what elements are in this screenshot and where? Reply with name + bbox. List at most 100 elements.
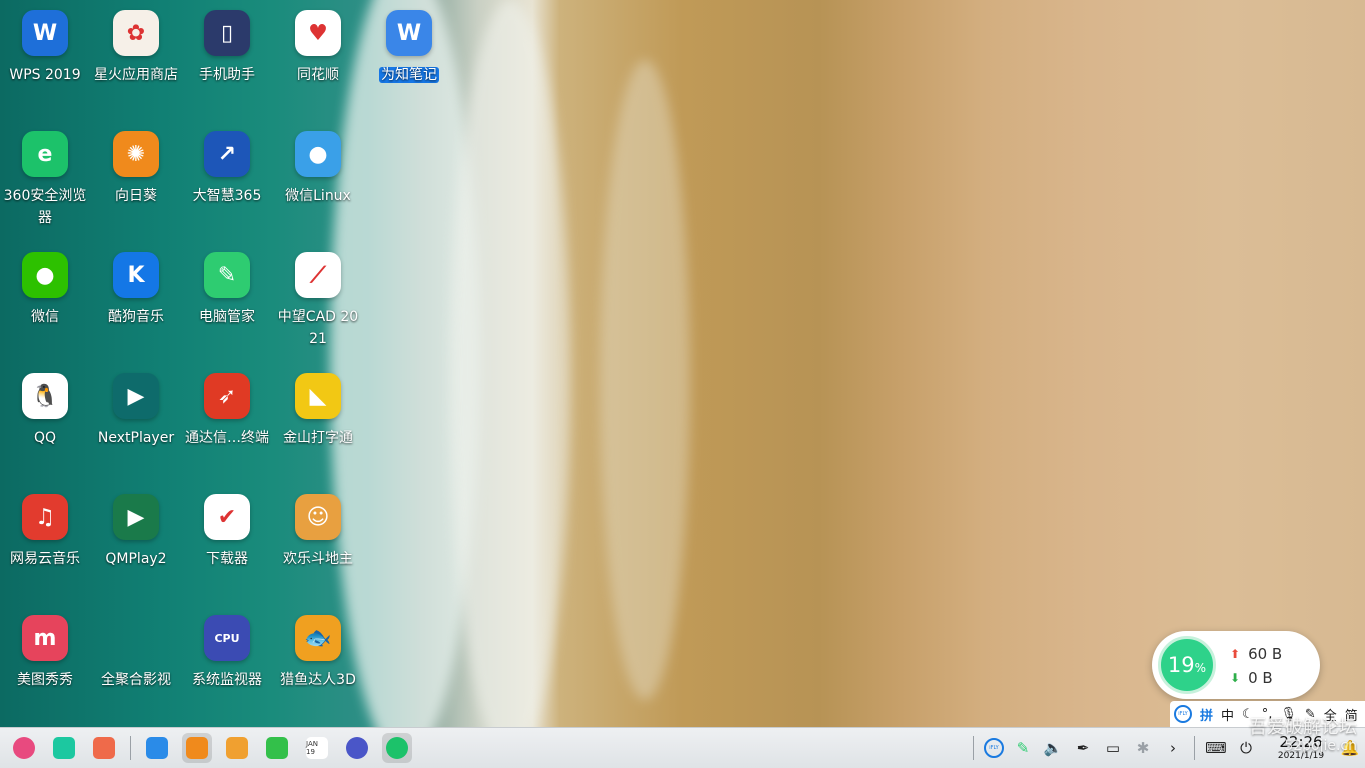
desktop-icon-label-text: 酷狗音乐 [108, 309, 164, 325]
ime-logo-icon[interactable]: iFLY [1174, 705, 1192, 723]
desktop-icon-fishing3d[interactable]: 🐟 猎鱼达人3D [273, 615, 363, 731]
desktop-icon-quanjuhe[interactable]: 全聚合影视 [91, 615, 181, 731]
cpu-usage-value: 19 [1167, 653, 1195, 677]
phone-assistant-icon: ▯ [204, 10, 250, 56]
taskbar-file-manager-button[interactable] [142, 733, 172, 763]
desktop-icon-spark-store[interactable]: ✿ 星火应用商店 [91, 10, 181, 126]
ime-chinese-toggle[interactable]: 中 [1221, 705, 1234, 724]
qq-icon: 🐧 [22, 373, 68, 419]
taskbar-show-desktop-button[interactable] [89, 733, 119, 763]
desktop-icon-netease-music[interactable]: ♫ 网易云音乐 [0, 494, 90, 610]
ime-pinyin-toggle[interactable]: 拼 [1200, 705, 1213, 724]
show-desktop-icon [93, 737, 115, 759]
spark-store-icon: ✿ [113, 10, 159, 56]
taskbar-multitask-button[interactable] [49, 733, 79, 763]
desktop-icon-nextplayer[interactable]: ▶ NextPlayer [91, 373, 181, 489]
tray-expand-chevron-icon[interactable]: › [1162, 737, 1184, 759]
desktop-icon-label-text: 系统监视器 [192, 672, 262, 688]
desktop-icon-happy-landlord[interactable]: ☺ 欢乐斗地主 [273, 494, 363, 610]
desktop-icon-wechat-linux[interactable]: ● 微信Linux [273, 131, 363, 247]
keyboard-icon[interactable]: ⌨ [1205, 737, 1227, 759]
taskbar-image-viewer-button[interactable] [222, 733, 252, 763]
clock[interactable]: 22:26 2021/1/19 [1271, 734, 1331, 762]
notification-icon[interactable]: 🔔 [1339, 737, 1361, 759]
music-icon [266, 737, 288, 759]
wechat-icon: ● [22, 252, 68, 298]
bluetooth-icon[interactable]: ✱ [1132, 737, 1154, 759]
desktop-icon-label-text: 星火应用商店 [94, 67, 178, 83]
desktop-icon-phone-assistant[interactable]: ▯ 手机助手 [182, 10, 272, 126]
pen-tray-icon[interactable]: ✒ [1072, 737, 1094, 759]
ime-fullwidth-toggle[interactable]: 全 [1324, 705, 1337, 724]
wechat-linux-icon: ● [295, 131, 341, 177]
taskbar-app-store-button[interactable] [182, 733, 212, 763]
taskbar-music-button[interactable] [262, 733, 292, 763]
desktop-icon-qq[interactable]: 🐧 QQ [0, 373, 90, 489]
kingsoft-typing-icon: ◣ [295, 373, 341, 419]
taskbar-launcher-button[interactable] [9, 733, 39, 763]
desktop-icon-wps[interactable]: W WPS 2019 [0, 10, 90, 126]
input-method-tray-icon[interactable]: iFLY [984, 738, 1004, 758]
desktop-icon-label-text: QMPlay2 [105, 551, 167, 567]
desktop-icon-kugou[interactable]: K 酷狗音乐 [91, 252, 181, 368]
ime-moon-icon[interactable]: ☾ [1242, 707, 1254, 722]
desktop-icon-label-text: 中望CAD 2021 [277, 309, 359, 347]
desktop-icon-label-text: 通达信…终端 [185, 430, 269, 446]
desktop-icon-label: NextPlayer [94, 427, 178, 449]
desktop-icon-kingsoft-typing[interactable]: ◣ 金山打字通 [273, 373, 363, 489]
desktop-icon-meitu[interactable]: m 美图秀秀 [0, 615, 90, 731]
pc-manager-tray-icon[interactable]: ✎ [1012, 737, 1034, 759]
tray-separator [973, 736, 974, 760]
kugou-icon: K [113, 252, 159, 298]
desktop-icon-downloader[interactable]: ✔ 下载器 [182, 494, 272, 610]
desktop-icon-label: 通达信…终端 [185, 427, 269, 449]
desktop-icon-tdx[interactable]: ➶ 通达信…终端 [182, 373, 272, 489]
taskbar-360-browser-button[interactable] [382, 733, 412, 763]
desktop-icon-label: 猎鱼达人3D [276, 669, 360, 691]
desktop-icon-label: 微信 [3, 306, 87, 328]
battery-icon[interactable]: ▭ [1102, 737, 1124, 759]
volume-icon[interactable]: 🔈 [1042, 737, 1064, 759]
ime-simplified-toggle[interactable]: 简 [1345, 705, 1358, 724]
desktop-icon-system-monitor[interactable]: CPU 系统监视器 [182, 615, 272, 731]
ime-punctuation-icon[interactable]: °, [1262, 707, 1273, 722]
image-viewer-icon [226, 737, 248, 759]
taskbar-calendar-button[interactable]: JAN 19 [302, 733, 332, 763]
desktop-icon-sunflower[interactable]: ✺ 向日葵 [91, 131, 181, 247]
zwcad-icon: ⟋ [295, 252, 341, 298]
desktop-icon-tonghuashun[interactable]: ♥ 同花顺 [273, 10, 363, 126]
input-method-toolbar: iFLY 拼 中 ☾ °, 🎙 ✎ 全 简 [1170, 701, 1365, 727]
desktop-icon-label-text: 欢乐斗地主 [283, 551, 353, 567]
desktop-icon-label-text: 下载器 [206, 551, 248, 567]
desktop-icon-label-text: 360安全浏览器 [3, 188, 87, 226]
taskbar-app-list: JAN 19 [4, 733, 417, 763]
happy-landlord-icon: ☺ [295, 494, 341, 540]
wave-foam [450, 0, 570, 727]
desktop-icon-qmplay2[interactable]: ▶ QMPlay2 [91, 494, 181, 610]
desktop-icon-360-browser[interactable]: e 360安全浏览器 [0, 131, 90, 247]
network-speed-widget[interactable]: 19% ⬆ 60 B ⬇ 0 B [1152, 631, 1320, 699]
desktop-icon-zwcad[interactable]: ⟋ 中望CAD 2021 [273, 252, 363, 368]
ime-microphone-icon[interactable]: 🎙 [1280, 707, 1297, 722]
power-icon[interactable]: ⏻ [1235, 737, 1257, 759]
tray-separator [1194, 736, 1195, 760]
app-store-icon [186, 737, 208, 759]
desktop-icon-label-text: 微信Linux [285, 188, 351, 204]
nextplayer-icon: ▶ [113, 373, 159, 419]
ime-pen-icon[interactable]: ✎ [1305, 707, 1316, 722]
desktop-icon-dzh365[interactable]: ↗ 大智慧365 [182, 131, 272, 247]
fishing3d-icon: 🐟 [295, 615, 341, 661]
desktop-icon-label: 金山打字通 [276, 427, 360, 449]
netease-music-icon: ♫ [22, 494, 68, 540]
taskbar-settings-button[interactable] [342, 733, 372, 763]
tonghuashun-icon: ♥ [295, 10, 341, 56]
desktop-icon-wiz-note[interactable]: W 为知笔记 [364, 10, 454, 126]
multitask-view-icon [53, 737, 75, 759]
desktop-icon-label-text: 美图秀秀 [17, 672, 73, 688]
desktop-icon-label-text: 为知笔记 [379, 67, 439, 83]
desktop-icon-label: 全聚合影视 [94, 669, 178, 691]
download-arrow-icon: ⬇ [1230, 671, 1241, 685]
desktop-icon-pc-manager[interactable]: ✎ 电脑管家 [182, 252, 272, 368]
desktop-icon-wechat[interactable]: ● 微信 [0, 252, 90, 368]
clock-time: 22:26 [1279, 733, 1323, 751]
